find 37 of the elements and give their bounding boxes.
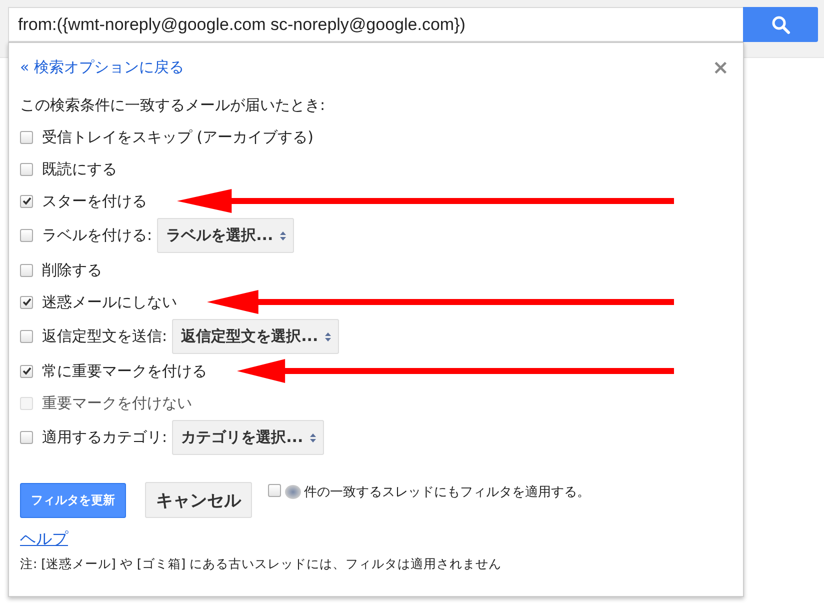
checkbox[interactable]: [20, 431, 33, 444]
option-label: 適用するカテゴリ:: [42, 428, 168, 447]
apply-label: 件の一致するスレッドにもフィルタを適用する。: [304, 484, 590, 501]
close-button[interactable]: ×: [712, 57, 729, 77]
dropdown[interactable]: 返信定型文を選択...: [172, 319, 340, 354]
note-text: 注: [迷惑メール] や [ゴミ箱] にある古いスレッドには、フィルタは適用されません: [20, 556, 503, 573]
option-label: 既読にする: [42, 160, 117, 178]
dropdown[interactable]: カテゴリを選択...: [172, 420, 324, 455]
option-label: 重要マークを付けない: [42, 394, 192, 412]
up-down-caret-icon: [324, 330, 332, 342]
dropdown[interactable]: ラベルを選択...: [157, 218, 294, 253]
option-label: 迷惑メールにしない: [42, 292, 177, 312]
checkbox[interactable]: [20, 130, 33, 144]
search-button[interactable]: [743, 7, 818, 42]
redacted-count: [285, 485, 301, 499]
cancel-button[interactable]: キャンセル: [145, 482, 252, 518]
option-label: 受信トレイをスキップ (アーカイブする): [42, 128, 314, 146]
option-label: スターを付ける: [42, 192, 147, 210]
checkbox[interactable]: [20, 296, 33, 308]
checkbox[interactable]: [268, 484, 281, 497]
checkbox[interactable]: [20, 330, 33, 343]
back-link[interactable]: « 検索オプションに戻る: [20, 58, 184, 76]
up-down-caret-icon: [279, 230, 288, 242]
checkbox[interactable]: [20, 162, 33, 176]
option-label: 常に重要マークを付ける: [42, 362, 207, 380]
checkbox[interactable]: [20, 364, 33, 378]
option-label: 返信定型文を送信:: [42, 327, 168, 346]
up-down-caret-icon: [309, 432, 318, 444]
search-field[interactable]: from:({wmt-noreply@google.com sc-noreply@google.com}): [8, 7, 743, 42]
search-icon: [770, 14, 790, 34]
help-link[interactable]: ヘルプ: [20, 529, 68, 550]
checkbox[interactable]: [20, 229, 33, 242]
option-label: ラベルを付ける:: [42, 226, 152, 245]
checkbox[interactable]: [20, 194, 33, 208]
filter-heading: この検索条件に一致するメールが届いたとき:: [20, 96, 326, 115]
option-label: 削除する: [42, 260, 102, 280]
checkbox[interactable]: [20, 264, 33, 276]
